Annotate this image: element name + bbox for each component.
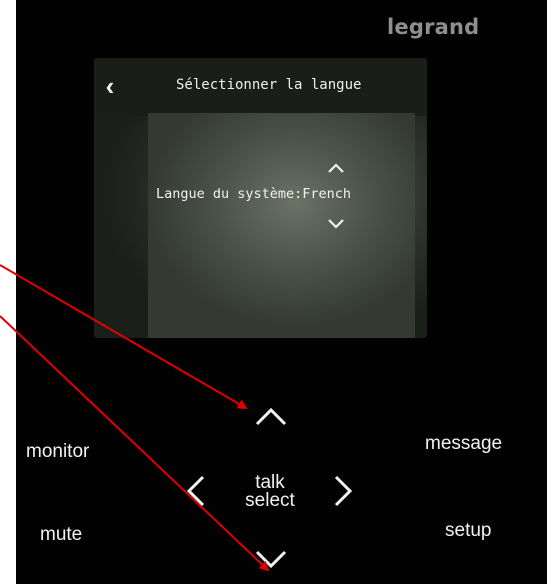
screen-header: ‹ Sélectionner la langue (94, 58, 427, 116)
setup-button[interactable]: setup (445, 520, 491, 542)
nav-left-chevron-icon[interactable] (185, 474, 207, 508)
select-label: select (245, 490, 295, 511)
message-button[interactable]: message (425, 433, 502, 455)
value-up-chevron-icon[interactable] (327, 162, 345, 174)
screen-title: Sélectionner la langue (176, 77, 362, 93)
value-down-chevron-icon[interactable] (327, 218, 345, 230)
display-screen: ‹ Sélectionner la langue Langue du systè… (94, 58, 427, 338)
system-language-setting: Langue du système:French (156, 186, 352, 202)
back-chevron-icon[interactable]: ‹ (98, 72, 122, 100)
nav-up-chevron-icon[interactable] (254, 406, 288, 428)
monitor-button[interactable]: monitor (26, 441, 89, 463)
screenshot: legrand ‹ Sélectionner la langue Langue … (0, 0, 547, 584)
mute-button[interactable]: mute (40, 524, 82, 546)
brand-logo: legrand (387, 15, 480, 39)
intercom-device: legrand ‹ Sélectionner la langue Langue … (16, 0, 547, 584)
talk-select-button[interactable]: talk select (241, 473, 299, 511)
nav-right-chevron-icon[interactable] (332, 474, 354, 508)
settings-panel (148, 113, 415, 338)
nav-down-chevron-icon[interactable] (254, 548, 288, 570)
